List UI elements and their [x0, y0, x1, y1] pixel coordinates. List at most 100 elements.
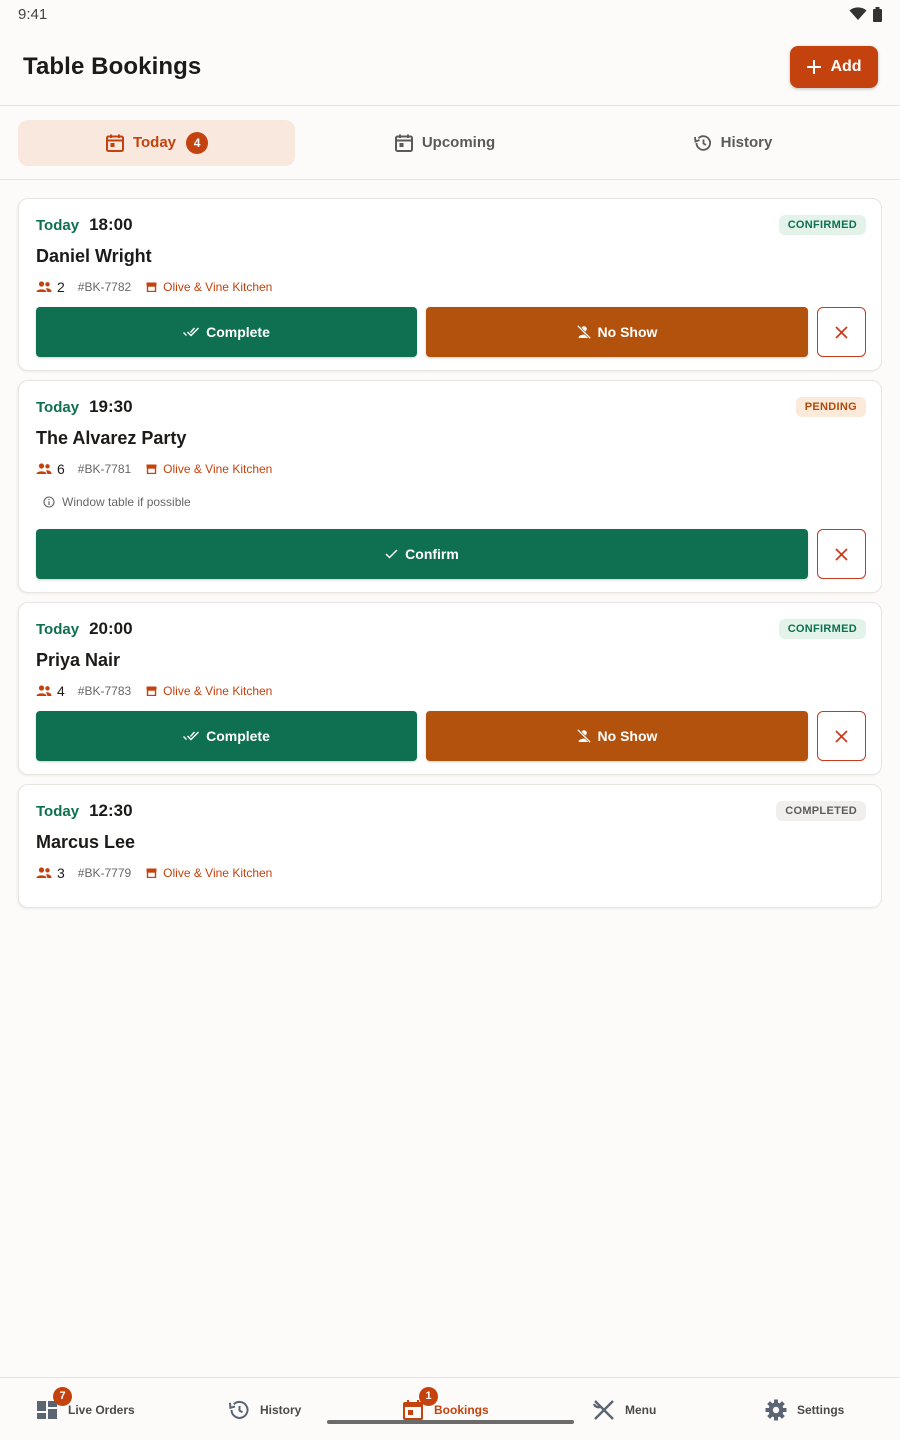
- booking-card: Today 12:30 COMPLETED Marcus Lee 3 #BK-7…: [18, 784, 882, 908]
- people-icon: [36, 867, 52, 878]
- person-off-icon: [576, 325, 591, 339]
- status-badge: PENDING: [795, 397, 866, 417]
- history-icon: [693, 134, 711, 151]
- people-icon: [36, 463, 52, 474]
- booking-ref: #BK-7782: [77, 280, 132, 294]
- booking-note-text: Window table if possible: [62, 495, 191, 509]
- booking-ref: #BK-7779: [77, 866, 132, 880]
- nav-live-orders[interactable]: 7 Live Orders: [34, 1378, 135, 1440]
- confirm-button[interactable]: Confirm: [36, 529, 808, 579]
- live-orders-count-badge: 7: [53, 1386, 72, 1406]
- store-icon: [146, 868, 157, 878]
- page-title: Table Bookings: [23, 52, 202, 80]
- nav-bookings-label: Bookings: [434, 1402, 489, 1417]
- no-show-button[interactable]: No Show: [426, 711, 808, 761]
- status-badge: CONFIRMED: [778, 215, 866, 235]
- battery-icon: [873, 6, 882, 22]
- store-icon: [146, 464, 157, 474]
- status-badge: COMPLETED: [776, 801, 866, 821]
- nav-menu-label: Menu: [625, 1402, 657, 1417]
- booking-day: Today: [36, 621, 80, 638]
- booking-card: Today 19:30 PENDING The Alvarez Party 6 …: [18, 380, 882, 593]
- booking-time: 12:30: [89, 801, 133, 820]
- no-show-button[interactable]: No Show: [426, 307, 808, 357]
- nav-settings-label: Settings: [797, 1402, 845, 1417]
- utensils-icon: [592, 1399, 614, 1420]
- close-icon: [835, 547, 848, 561]
- complete-button-label: Complete: [206, 728, 270, 744]
- wifi-icon: [849, 7, 867, 20]
- add-button-label: Add: [830, 57, 862, 75]
- restaurant-name: Olive & Vine Kitchen: [163, 280, 273, 294]
- party-size: 2: [57, 279, 65, 295]
- add-booking-button[interactable]: Add: [790, 45, 878, 88]
- booking-tabs: Today 4 Upcoming History: [0, 106, 900, 180]
- nav-live-orders-label: Live Orders: [68, 1402, 135, 1417]
- cancel-booking-button[interactable]: [817, 307, 866, 357]
- booking-time: 19:30: [89, 397, 133, 416]
- restaurant-name: Olive & Vine Kitchen: [163, 866, 273, 880]
- status-bar: 9:41: [0, 0, 900, 28]
- double-check-icon: [183, 731, 200, 741]
- app-header: Table Bookings Add: [0, 28, 900, 106]
- double-check-icon: [183, 327, 200, 337]
- guest-name: The Alvarez Party: [36, 428, 187, 448]
- calendar-icon: [394, 134, 413, 152]
- nav-settings[interactable]: Settings: [763, 1378, 844, 1440]
- people-icon: [36, 281, 52, 292]
- bookings-count-badge: 1: [419, 1386, 438, 1406]
- booking-time: 18:00: [89, 215, 133, 234]
- close-icon: [835, 729, 848, 743]
- booking-card: Today 18:00 CONFIRMED Daniel Wright 2 #B…: [18, 198, 882, 371]
- party-size: 3: [57, 865, 65, 881]
- nav-history-label: History: [260, 1402, 302, 1417]
- booking-ref: #BK-7783: [77, 684, 132, 698]
- tab-upcoming[interactable]: Upcoming: [306, 120, 583, 166]
- booking-time: 20:00: [89, 619, 133, 638]
- history-icon: [229, 1400, 249, 1419]
- home-indicator: [327, 1420, 574, 1424]
- store-icon: [146, 282, 157, 292]
- booking-day: Today: [36, 803, 80, 820]
- guest-name: Priya Nair: [36, 650, 121, 670]
- booking-ref: #BK-7781: [77, 462, 132, 476]
- info-icon: [43, 496, 55, 508]
- party-size: 4: [57, 683, 65, 699]
- nav-menu[interactable]: Menu: [591, 1378, 656, 1440]
- booking-day: Today: [36, 217, 80, 234]
- no-show-button-label: No Show: [597, 324, 658, 340]
- guest-name: Daniel Wright: [36, 246, 152, 266]
- confirm-button-label: Confirm: [405, 546, 459, 562]
- people-icon: [36, 685, 52, 696]
- complete-button[interactable]: Complete: [36, 711, 417, 761]
- nav-history[interactable]: History: [226, 1378, 301, 1440]
- status-badge: CONFIRMED: [778, 619, 866, 639]
- restaurant-name: Olive & Vine Kitchen: [163, 684, 273, 698]
- guest-name: Marcus Lee: [36, 832, 136, 852]
- store-icon: [146, 686, 157, 696]
- booking-note: Window table if possible: [43, 495, 191, 509]
- tab-history-label: History: [720, 134, 773, 151]
- tab-upcoming-label: Upcoming: [421, 134, 496, 151]
- tab-today-label: Today: [132, 134, 177, 151]
- cancel-booking-button[interactable]: [817, 711, 866, 761]
- no-show-button-label: No Show: [597, 728, 658, 744]
- check-icon: [385, 549, 398, 559]
- plus-icon: [807, 59, 822, 74]
- tab-today[interactable]: Today 4: [18, 119, 295, 166]
- complete-button-label: Complete: [206, 324, 270, 340]
- booking-card: Today 20:00 CONFIRMED Priya Nair 4 #BK-7…: [18, 602, 882, 775]
- tab-today-count-badge: 4: [186, 131, 209, 154]
- booking-day: Today: [36, 399, 80, 416]
- complete-button[interactable]: Complete: [36, 307, 417, 357]
- status-time: 9:41: [18, 5, 48, 23]
- nav-bookings[interactable]: 1 Bookings: [400, 1378, 489, 1440]
- close-icon: [835, 325, 848, 339]
- gear-icon: [765, 1399, 787, 1420]
- calendar-icon: [105, 134, 124, 152]
- cancel-booking-button[interactable]: [817, 529, 866, 579]
- party-size: 6: [57, 461, 65, 477]
- person-off-icon: [576, 729, 591, 743]
- tab-history[interactable]: History: [594, 120, 871, 166]
- restaurant-name: Olive & Vine Kitchen: [163, 462, 273, 476]
